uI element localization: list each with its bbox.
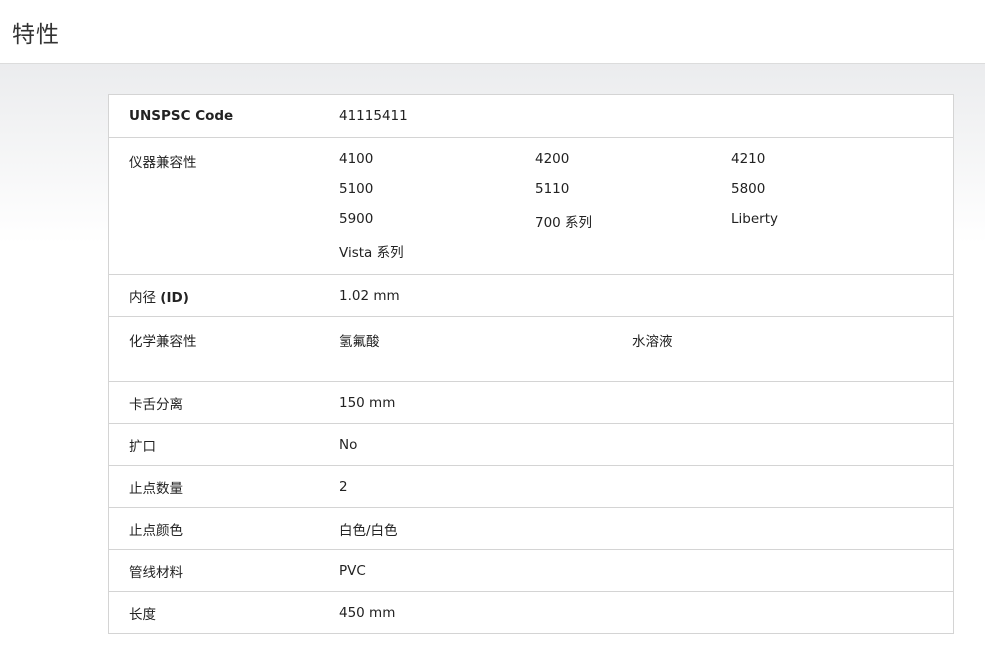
instrument-item: 5110 <box>535 181 570 197</box>
spec-label: 内径 (ID) <box>129 289 189 306</box>
instrument-item: 700 系列 <box>535 215 593 231</box>
content-area: UNSPSC Code 41115411 仪器兼容性 4100 4200 421… <box>0 64 985 668</box>
spec-label: 长度 <box>129 606 156 623</box>
spec-value: 150 mm <box>339 394 396 411</box>
instrument-item: 4200 <box>535 151 570 167</box>
instrument-item: Liberty <box>731 211 778 227</box>
spec-value: 450 mm <box>339 604 396 621</box>
spec-label: 扩口 <box>129 438 156 455</box>
spec-value: 41115411 <box>339 108 408 124</box>
spec-value: 1.02 mm <box>339 287 400 304</box>
spec-label: UNSPSC Code <box>129 108 234 124</box>
spec-row-clamp-separation: 卡舌分离 150 mm <box>109 381 953 423</box>
spec-row-instrument-compat: 仪器兼容性 4100 4200 4210 5100 5110 5800 5900… <box>109 137 953 274</box>
chem-item: 水溶液 <box>632 334 673 350</box>
chem-list: 氢氟酸 水溶液 <box>339 330 953 350</box>
spec-value: 2 <box>339 478 348 495</box>
spec-value: 白色/白色 <box>339 522 398 539</box>
instrument-item: 5900 <box>339 211 374 227</box>
spec-row-length: 长度 450 mm <box>109 591 953 633</box>
instrument-item: 5100 <box>339 181 374 197</box>
spec-row-tubing-material: 管线材料 PVC <box>109 549 953 591</box>
spec-row-stop-count: 止点数量 2 <box>109 465 953 507</box>
page-title: 特性 <box>12 21 60 48</box>
spec-row-chem-compat: 化学兼容性 氢氟酸 水溶液 <box>109 316 953 381</box>
chem-item: 氢氟酸 <box>339 334 380 350</box>
instrument-list: 4100 4200 4210 5100 5110 5800 5900 700 系… <box>339 151 953 271</box>
spec-row-inner-diameter: 内径 (ID) 1.02 mm <box>109 274 953 316</box>
instrument-item: 5800 <box>731 181 766 197</box>
spec-row-flared: 扩口 No <box>109 423 953 465</box>
spec-row-unspsc: UNSPSC Code 41115411 <box>109 95 953 137</box>
spec-label: 管线材料 <box>129 564 183 581</box>
spec-label: 卡舌分离 <box>129 396 183 413</box>
instrument-item: Vista 系列 <box>339 245 404 261</box>
page-header: 特性 <box>0 0 985 64</box>
spec-row-stop-color: 止点颜色 白色/白色 <box>109 507 953 549</box>
spec-table: UNSPSC Code 41115411 仪器兼容性 4100 4200 421… <box>108 94 954 634</box>
instrument-item: 4100 <box>339 151 374 167</box>
spec-value: PVC <box>339 562 366 579</box>
instrument-item: 4210 <box>731 151 766 167</box>
spec-label: 止点颜色 <box>129 522 183 539</box>
spec-value: No <box>339 436 358 453</box>
spec-label: 化学兼容性 <box>129 334 197 350</box>
spec-label: 仪器兼容性 <box>129 155 197 171</box>
spec-label: 止点数量 <box>129 480 183 497</box>
